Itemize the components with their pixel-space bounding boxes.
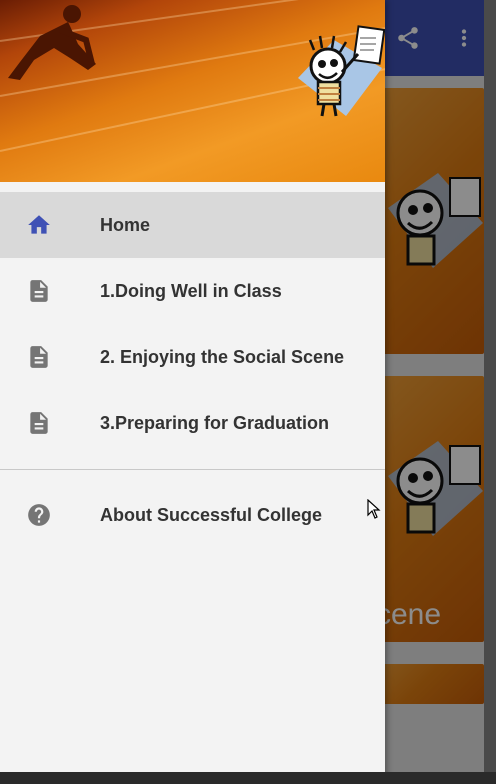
menu-item-preparing-for-graduation[interactable]: 3.Preparing for Graduation	[0, 390, 385, 456]
menu-item-label: 1.Doing Well in Class	[100, 280, 282, 301]
menu-item-label: Home	[100, 214, 151, 235]
document-icon	[26, 344, 52, 370]
menu-item-about-successful-college[interactable]: About Successful College	[0, 482, 385, 548]
menu-item-label: 2. Enjoying the Social Scene	[100, 346, 345, 367]
mouse-cursor-icon	[367, 499, 381, 519]
menu-divider	[0, 469, 385, 470]
help-icon	[26, 502, 52, 528]
document-icon	[26, 278, 52, 304]
menu-item-label: 3.Preparing for Graduation	[100, 412, 330, 433]
window-frame	[484, 0, 496, 784]
mascot-illustration	[298, 25, 385, 117]
menu-item-doing-well-in-class[interactable]: 1.Doing Well in Class	[0, 258, 385, 324]
menu-item-enjoying-the-social-scene[interactable]: 2. Enjoying the Social Scene	[0, 324, 385, 390]
menu-item-home[interactable]: Home	[0, 192, 385, 258]
document-icon	[26, 410, 52, 436]
drawer-header-image	[0, 0, 385, 182]
runner-silhouette	[8, 5, 96, 80]
window-frame-bottom	[0, 772, 496, 784]
menu-item-label: About Successful College	[100, 504, 323, 525]
home-icon	[26, 212, 52, 238]
navigation-drawer: Home 1.Doing Well in Class 2. Enjoying t…	[0, 0, 385, 784]
